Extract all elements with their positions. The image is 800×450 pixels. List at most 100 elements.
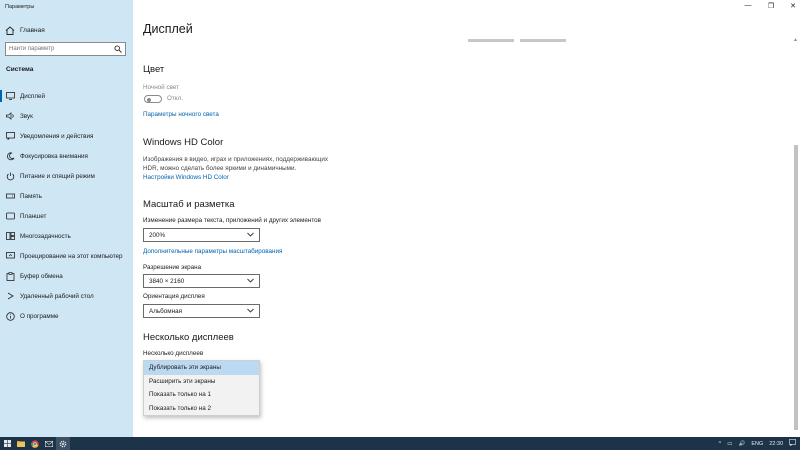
dropdown-option-only-1[interactable]: Показать только на 1: [144, 388, 259, 402]
sidebar-item-label: Дисплей: [20, 92, 46, 100]
sidebar-item-clipboard[interactable]: Буфер обмена: [0, 266, 133, 286]
sidebar-item-display[interactable]: Дисплей: [0, 86, 133, 106]
night-light-toggle[interactable]: [144, 95, 162, 103]
chevron-down-icon: [247, 308, 254, 315]
section-label-system: Система: [6, 66, 34, 73]
scroll-up-arrow-icon[interactable]: ▲: [793, 37, 798, 43]
sidebar-item-label: Планшет: [20, 212, 47, 220]
page-title: Дисплей: [143, 22, 193, 36]
sidebar-item-focus[interactable]: Фокусировка внимания: [0, 146, 133, 166]
advanced-scaling-link[interactable]: Дополнительные параметры масштабирования: [143, 248, 282, 255]
volume-icon[interactable]: 🔊: [738, 441, 745, 447]
clock[interactable]: 22:30: [769, 441, 783, 447]
hd-color-settings-link[interactable]: Настройки Windows HD Color: [143, 174, 229, 181]
scale-select-value: 200%: [149, 231, 166, 239]
notifications-icon: [6, 132, 15, 141]
maximize-button[interactable]: ❐: [763, 2, 779, 10]
night-light-state: Откл.: [167, 95, 184, 102]
hd-color-heading: Windows HD Color: [143, 137, 224, 148]
detect-button-remnant: [520, 39, 566, 42]
start-button[interactable]: [0, 437, 14, 450]
system-tray: ^ ▭ 🔊 ENG 22:30: [719, 437, 796, 450]
sidebar-item-label: О программе: [20, 312, 59, 320]
close-button[interactable]: ✕: [785, 2, 800, 10]
dropdown-option-duplicate[interactable]: Дублировать эти экраны: [144, 361, 259, 375]
info-icon: [6, 311, 15, 321]
scrollbar[interactable]: ▲: [793, 37, 799, 432]
hd-color-desc-line2: HDR, можно сделать более яркими и динами…: [143, 165, 297, 172]
sidebar-item-label: Память: [20, 192, 42, 200]
night-light-label: Ночной свет: [143, 84, 180, 91]
storage-icon: [6, 192, 15, 201]
input-language[interactable]: ENG: [751, 441, 763, 447]
hd-color-description: Изображения в видео, играх и приложениях…: [143, 155, 333, 173]
main-content: — ❐ ✕ Дисплей Цвет Ночной свет Откл. Пар…: [133, 0, 800, 437]
toggle-knob: [147, 97, 151, 102]
resolution-select[interactable]: 3840 × 2160: [143, 274, 260, 288]
multiple-displays-label: Несколько дисплеев: [143, 350, 204, 357]
sidebar-item-storage[interactable]: Память: [0, 186, 133, 206]
night-light-settings-link[interactable]: Параметры ночного света: [143, 111, 219, 118]
search-box[interactable]: [5, 42, 126, 56]
clipboard-icon: [6, 271, 15, 281]
focus-assist-icon: [6, 151, 15, 161]
chrome-icon[interactable]: [28, 437, 42, 450]
resolution-label: Разрешение экрана: [143, 264, 202, 271]
power-icon: [6, 172, 15, 181]
identify-button-remnant: [468, 39, 514, 42]
hd-color-desc-line1: Изображения в видео, играх и приложениях…: [143, 156, 329, 163]
settings-app-taskbar-icon[interactable]: [56, 437, 70, 450]
notification-tray-icon[interactable]: ▭: [727, 441, 732, 447]
email-icon[interactable]: [42, 437, 56, 450]
multiple-displays-dropdown[interactable]: Дублировать эти экраны Расширить эти экр…: [143, 360, 260, 416]
sidebar-item-label: Звук: [20, 112, 33, 120]
search-icon[interactable]: [114, 45, 122, 53]
projecting-icon: [6, 252, 15, 261]
sidebar-item-label: Уведомления и действия: [20, 132, 94, 140]
home-icon: [5, 26, 15, 35]
file-explorer-icon[interactable]: [14, 437, 28, 450]
color-heading: Цвет: [143, 64, 165, 75]
sidebar-item-about[interactable]: О программе: [0, 306, 133, 326]
windows-logo-icon: [3, 440, 11, 447]
tray-overflow-chevron-icon[interactable]: ^: [719, 441, 722, 447]
nav-list: Дисплей Звук Уведомления и действия Фоку…: [0, 86, 133, 326]
display-icon: [6, 92, 15, 101]
action-center-icon[interactable]: [789, 439, 796, 448]
orientation-select[interactable]: Альбомная: [143, 304, 260, 318]
sidebar-item-label: Фокусировка внимания: [20, 152, 88, 160]
sidebar-item-power[interactable]: Питание и спящий режим: [0, 166, 133, 186]
app-title: Параметры: [5, 4, 35, 10]
sidebar-item-projecting[interactable]: Проецирование на этот компьютер: [0, 246, 133, 266]
multitasking-icon: [6, 232, 15, 241]
scrollbar-thumb[interactable]: [794, 145, 798, 430]
orientation-label: Ориентация дисплея: [143, 293, 205, 300]
home-nav-item[interactable]: Главная: [5, 26, 45, 35]
sidebar: Параметры Главная Система Дисплей Звук У…: [0, 0, 133, 437]
dropdown-option-extend[interactable]: Расширить эти экраны: [144, 375, 259, 389]
sidebar-item-sound[interactable]: Звук: [0, 106, 133, 126]
sidebar-item-remote-desktop[interactable]: Удаленный рабочий стол: [0, 286, 133, 306]
sidebar-item-label: Проецирование на этот компьютер: [20, 252, 123, 260]
sidebar-item-label: Буфер обмена: [20, 272, 63, 280]
taskbar: ^ ▭ 🔊 ENG 22:30: [0, 437, 800, 450]
gear-icon: [59, 440, 67, 447]
sidebar-item-notifications[interactable]: Уведомления и действия: [0, 126, 133, 146]
chevron-down-icon: [247, 278, 254, 285]
sound-icon: [6, 112, 15, 121]
dropdown-option-only-2[interactable]: Показать только на 2: [144, 402, 259, 416]
scale-select[interactable]: 200%: [143, 228, 260, 242]
scale-heading: Масштаб и разметка: [143, 199, 235, 210]
home-label: Главная: [20, 27, 45, 34]
scale-size-label: Изменение размера текста, приложений и д…: [143, 217, 322, 224]
search-input[interactable]: [9, 46, 114, 52]
sidebar-item-multitasking[interactable]: Многозадачность: [0, 226, 133, 246]
sidebar-item-tablet[interactable]: Планшет: [0, 206, 133, 226]
chevron-down-icon: [247, 232, 254, 239]
sidebar-item-label: Удаленный рабочий стол: [20, 292, 94, 300]
sidebar-item-label: Питание и спящий режим: [20, 172, 95, 180]
multiple-displays-heading: Несколько дисплеев: [143, 332, 234, 343]
orientation-select-value: Альбомная: [149, 307, 182, 315]
remote-desktop-icon: [6, 292, 15, 301]
minimize-button[interactable]: —: [740, 2, 756, 9]
